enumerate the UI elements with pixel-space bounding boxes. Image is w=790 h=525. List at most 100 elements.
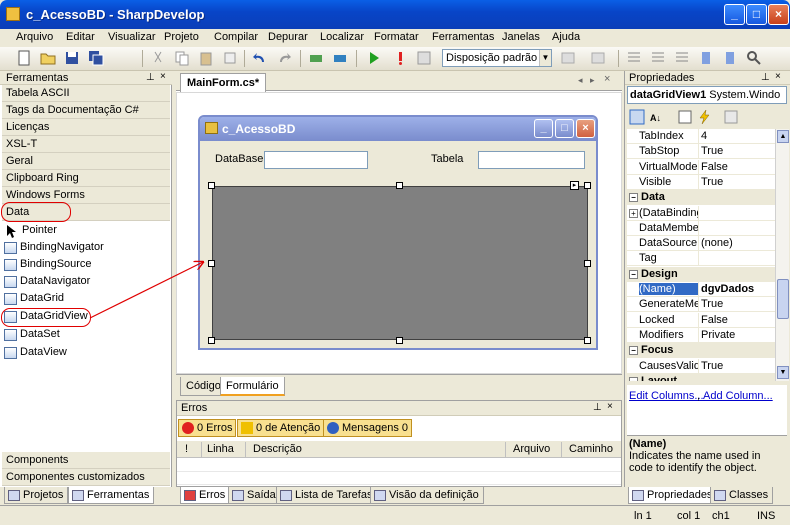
paste-icon[interactable] — [198, 50, 214, 66]
category-xslt[interactable]: XSL-T — [2, 136, 170, 153]
tab-scroll-right-icon[interactable]: ▸ — [590, 75, 595, 86]
properties-view-icon[interactable] — [677, 109, 693, 125]
tool-data-set[interactable]: DataSet — [4, 327, 60, 344]
property-category[interactable]: −Layout — [627, 374, 775, 381]
label-database[interactable]: DataBase — [215, 153, 263, 165]
build-icon[interactable] — [308, 50, 324, 66]
tool-data-navigator[interactable]: DataNavigator — [4, 274, 90, 291]
open-folder-icon[interactable] — [40, 50, 56, 66]
property-row[interactable]: VirtualMode False — [627, 160, 775, 175]
property-value[interactable]: Private — [701, 329, 773, 341]
resize-handle[interactable] — [208, 260, 215, 267]
comment-icon[interactable] — [674, 50, 690, 66]
tool-data-grid[interactable]: DataGrid — [4, 291, 64, 308]
tab-classes[interactable]: Classes — [710, 487, 774, 504]
property-value[interactable]: True — [701, 298, 773, 310]
object-selector[interactable]: dataGridView1 System.Windo — [627, 86, 787, 104]
property-row[interactable]: Tag — [627, 251, 775, 266]
category-general[interactable]: Geral — [2, 153, 170, 170]
property-grid-scrollbar[interactable]: ▲ ▼ — [775, 129, 789, 381]
alphabetical-icon[interactable]: A↓ — [649, 109, 665, 125]
property-row[interactable]: Locked False — [627, 313, 775, 328]
layout-select[interactable]: Disposição padrão ▼ — [442, 49, 552, 67]
maximize-button[interactable]: □ — [746, 4, 767, 25]
stop-icon[interactable] — [392, 50, 408, 66]
close-panel-icon[interactable]: × — [775, 71, 781, 82]
property-row[interactable]: DataSource (none) — [627, 236, 775, 251]
property-value[interactable]: False — [701, 161, 773, 173]
tab-properties[interactable]: Propriedades — [628, 487, 718, 504]
close-panel-icon[interactable]: × — [607, 401, 613, 412]
label-table[interactable]: Tabela — [431, 153, 463, 165]
menu-localizar[interactable]: Localizar — [320, 31, 364, 43]
resize-handle[interactable] — [584, 182, 591, 189]
warnings-filter-button[interactable]: 0 de Atenção — [237, 419, 325, 437]
menu-formatar[interactable]: Formatar — [374, 31, 419, 43]
tab-tools[interactable]: Ferramentas — [68, 487, 155, 504]
tab-designer[interactable]: Formulário — [220, 377, 285, 396]
textbox-database[interactable] — [264, 151, 368, 169]
property-category[interactable]: − Focus — [627, 343, 775, 358]
events-lightning-icon[interactable] — [697, 109, 713, 125]
resize-handle[interactable] — [208, 182, 215, 189]
property-row[interactable]: Modifiers Private — [627, 328, 775, 343]
minimize-button[interactable]: _ — [724, 4, 745, 25]
close-button[interactable]: × — [768, 4, 789, 25]
tab-scroll-left-icon[interactable]: ◂ — [578, 75, 583, 86]
property-row[interactable]: + (DataBinding — [627, 206, 775, 221]
smart-tag-icon[interactable]: ▸ — [570, 181, 579, 190]
resize-handle[interactable] — [396, 337, 403, 344]
scroll-down-icon[interactable]: ▼ — [777, 366, 789, 379]
collapse-icon[interactable]: − — [629, 193, 638, 202]
property-row[interactable]: TabIndex 4 — [627, 129, 775, 144]
col-path[interactable]: Caminho — [569, 443, 613, 455]
format-icon[interactable] — [560, 50, 576, 66]
menu-visualizar[interactable]: Visualizar — [108, 31, 156, 43]
tab-task-list[interactable]: Lista de Tarefas — [276, 487, 378, 504]
pin-icon[interactable]: ⊥ — [593, 402, 602, 413]
property-value[interactable]: False — [701, 314, 773, 326]
run-icon[interactable] — [366, 50, 382, 66]
tab-errors[interactable]: Erros — [180, 487, 231, 504]
collapse-icon[interactable]: − — [629, 377, 638, 381]
copy-icon[interactable] — [174, 50, 190, 66]
col-flag[interactable]: ! — [185, 443, 188, 455]
tab-output[interactable]: Saída — [228, 487, 281, 504]
menu-janelas[interactable]: Janelas — [502, 31, 540, 43]
tool-binding-source[interactable]: BindingSource — [4, 257, 92, 274]
tool-binding-navigator[interactable]: BindingNavigator — [4, 240, 104, 257]
next-bookmark-icon[interactable] — [722, 50, 738, 66]
col-file[interactable]: Arquivo — [513, 443, 550, 455]
tab-projects[interactable]: Projetos — [4, 487, 69, 504]
property-value[interactable]: True — [701, 176, 773, 188]
redo-icon[interactable] — [276, 50, 292, 66]
indent-icon[interactable] — [626, 50, 642, 66]
property-row[interactable]: Visible True — [627, 175, 775, 190]
close-panel-icon[interactable]: × — [160, 71, 166, 82]
new-file-icon[interactable] — [16, 50, 32, 66]
undo-icon[interactable] — [252, 50, 268, 66]
col-description[interactable]: Descrição — [253, 443, 302, 455]
category-components[interactable]: Components — [2, 452, 170, 469]
property-value[interactable]: dgvDados — [701, 283, 773, 295]
edit-columns-link[interactable]: Edit Columns... — [629, 390, 704, 402]
resize-handle[interactable] — [584, 337, 591, 344]
tab-close-icon[interactable]: × — [604, 73, 610, 85]
property-grid[interactable]: TabIndex 4 TabStop True VirtualMode False Visi… — [627, 129, 775, 381]
messages-filter-button[interactable]: Mensagens 0 — [323, 419, 413, 437]
property-category[interactable]: − Data — [627, 190, 775, 205]
property-value[interactable]: True — [701, 360, 773, 372]
menu-arquivo[interactable]: Arquivo — [16, 31, 53, 43]
tab-mainform[interactable]: MainForm.cs* — [180, 73, 267, 92]
bookmark-icon[interactable] — [698, 50, 714, 66]
save-icon[interactable] — [64, 50, 80, 66]
tool-pointer[interactable]: Pointer — [4, 223, 57, 240]
menu-ajuda[interactable]: Ajuda — [552, 31, 580, 43]
pin-icon[interactable]: ⊥ — [761, 72, 770, 83]
save-all-icon[interactable] — [88, 50, 104, 66]
property-value[interactable]: 4 — [701, 130, 773, 142]
property-value[interactable]: (none) — [701, 237, 773, 249]
category-licenses[interactable]: Licenças — [2, 119, 170, 136]
errors-list[interactable] — [177, 459, 621, 486]
category-clipboard-ring[interactable]: Clipboard Ring — [2, 170, 170, 187]
